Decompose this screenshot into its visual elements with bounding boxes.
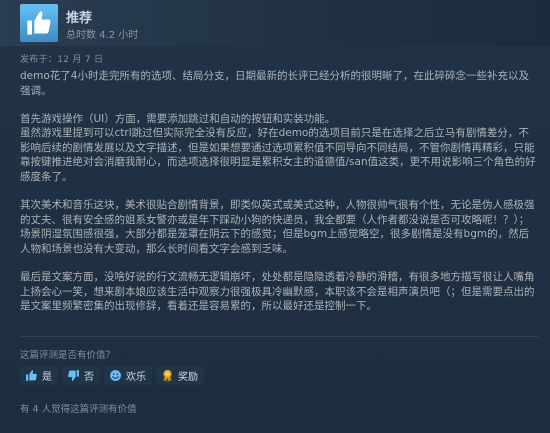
helpful-question: 这篇评测是否有价值？ (20, 350, 116, 361)
review-body: demo花了4小时走完所有的选项、结局分支，日期最新的长评已经分析的很明晰了，在… (20, 69, 538, 327)
thumbs-down-icon (66, 369, 80, 383)
review-paragraph-1: demo花了4小时走完所有的选项、结局分支，日期最新的长评已经分析的很明晰了，在… (20, 70, 529, 97)
vote-yes-button[interactable]: 是 (20, 366, 58, 385)
vote-funny-button[interactable]: 欢乐 (104, 366, 152, 385)
thumbs-up-icon (24, 369, 38, 383)
review-paragraph-3: 其次美术和音乐这块，美术很贴合剧情背景，即类似英式或美式这种，人物很帅气很有个性… (20, 199, 535, 255)
review-header: 推荐 总时数 4.2 小时 (0, 0, 550, 46)
vote-buttons: 是 否 欢乐 奖励 (20, 366, 204, 386)
vote-no-button[interactable]: 否 (62, 366, 100, 385)
posted-date: 发布于：12 月 7 日 (20, 55, 104, 65)
helpful-count: 有 4 人觉得这篇评测有价值 (20, 404, 137, 415)
review-card: 推荐 总时数 4.2 小时 发布于：12 月 7 日 demo花了4小时走完所有… (0, 0, 550, 433)
review-verdict[interactable]: 推荐 (66, 7, 92, 26)
review-paragraph-4: 最后是文案方面，没啥好说的行文流畅无逻辑崩坏，处处都是隐隐透着冷静的滑稽，有很多… (20, 271, 535, 313)
recommended-badge[interactable] (20, 4, 58, 42)
smiley-icon (108, 369, 122, 383)
playtime-hours: 总时数 4.2 小时 (66, 30, 139, 41)
vote-yes-label: 是 (42, 372, 52, 383)
award-label: 奖励 (178, 372, 198, 383)
award-button[interactable]: 奖励 (156, 366, 204, 385)
vote-funny-label: 欢乐 (126, 372, 146, 383)
vote-no-label: 否 (84, 372, 94, 383)
thumbs-up-icon (27, 11, 51, 35)
review-paragraph-2: 首先游戏操作（UI）方面，需要添加跳过和自动的按钮和实装功能。 虽然游戏里提到可… (20, 112, 536, 184)
divider (20, 336, 538, 337)
award-icon (160, 369, 174, 383)
